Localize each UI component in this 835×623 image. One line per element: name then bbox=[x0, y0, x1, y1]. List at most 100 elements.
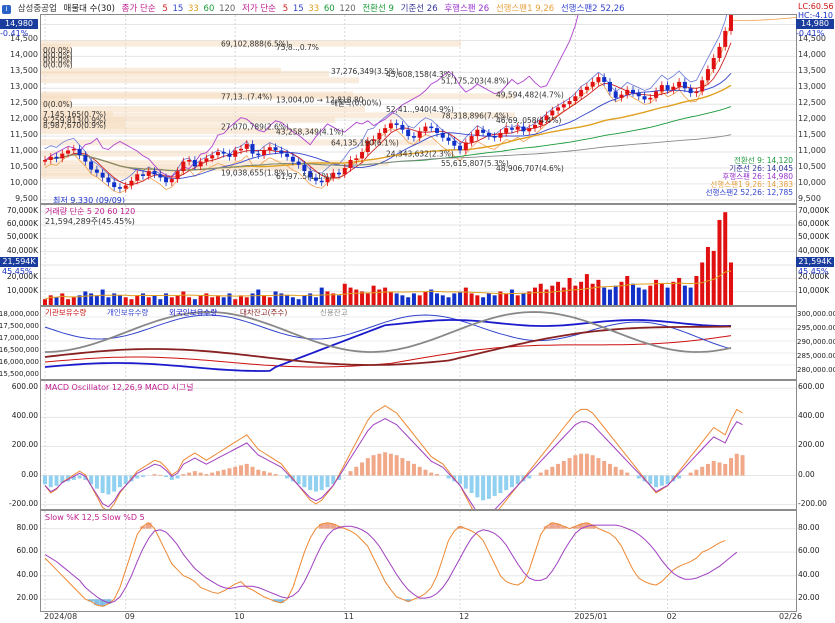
volume-bar bbox=[532, 287, 538, 305]
macd-oscillator-bar bbox=[429, 472, 434, 476]
macd-oscillator-bar bbox=[619, 469, 624, 476]
price-axis-right: 15,00014,50014,00013,50013,00012,50012,0… bbox=[796, 14, 835, 203]
volume-bar bbox=[66, 299, 71, 305]
candle-body bbox=[509, 128, 514, 130]
macd-oscillator-bar bbox=[140, 475, 146, 477]
investor-pane[interactable]: 기관보유수량 개인보유수량 외국인보유수량 대차잔고(주수) 신용잔고 bbox=[40, 306, 797, 380]
candle-body bbox=[486, 132, 491, 137]
ma-low-60: 60 bbox=[323, 4, 335, 14]
candle-body bbox=[463, 142, 468, 151]
investor-tick-left: 17,500,000 bbox=[0, 322, 39, 330]
price-pane[interactable]: 69,102,888(6.5%) 75,8..,0.7% 37,276,349(3.… bbox=[40, 0, 801, 205]
candle-body bbox=[642, 96, 647, 100]
candle-body bbox=[192, 159, 197, 167]
candle-body bbox=[262, 150, 267, 156]
candle-body bbox=[556, 107, 561, 111]
date-label: 11 bbox=[343, 612, 354, 621]
candle-body bbox=[238, 148, 244, 151]
volume-bar bbox=[169, 297, 174, 305]
candle-body bbox=[71, 148, 76, 151]
macd-oscillator-bar bbox=[469, 475, 474, 493]
macd-axis-left: 600.00 400.00 200.00 0.00 -200.00 bbox=[0, 380, 40, 508]
candle-body bbox=[717, 46, 722, 59]
investor-tick-left: 18,000,000 bbox=[0, 310, 39, 318]
volume-bar bbox=[671, 281, 676, 305]
volume-profile-label: 49,594,482(4.7%) bbox=[496, 91, 564, 100]
candle-body bbox=[279, 150, 284, 154]
ma-low-120: 120 bbox=[339, 4, 356, 14]
macd-oscillator-bar bbox=[123, 475, 128, 485]
investor-chart[interactable]: 기관보유수량 개인보유수량 외국인보유수량 대차잔고(주수) 신용잔고 bbox=[41, 307, 796, 379]
price-tick: 12,500 bbox=[798, 98, 826, 108]
info-icon[interactable]: i bbox=[2, 5, 11, 14]
volume-chart[interactable]: 거래량 단순 5 20 60 12021,594,289주(45.45%) bbox=[41, 205, 796, 305]
volume-profile-bar bbox=[41, 77, 359, 84]
volume-bar bbox=[584, 274, 589, 305]
volume-profile-label: 8,987,670(0.9%) bbox=[43, 121, 106, 130]
investor-axis-left: 18,000,000 17,500,000 17,000,000 16,500,000… bbox=[0, 306, 40, 378]
macd-oscillator-bar bbox=[221, 469, 226, 476]
price-tick: 9,500 bbox=[798, 193, 821, 203]
macd-oscillator-bar bbox=[492, 475, 497, 496]
volume-tick: 70,000K bbox=[6, 205, 38, 215]
investor-legend-item: 외국인보유수량 bbox=[169, 307, 217, 317]
macd-oscillator-bar bbox=[463, 475, 468, 489]
volume-bar bbox=[579, 281, 584, 305]
volume-bar bbox=[446, 297, 451, 305]
macd-chart[interactable]: MACD Oscillator 12,26,9 MACD 시그널 bbox=[41, 381, 796, 527]
volume-bar bbox=[221, 297, 226, 305]
candle-body bbox=[140, 174, 146, 176]
candle-body bbox=[106, 177, 111, 183]
price-tick: 13,500 bbox=[10, 66, 38, 76]
macd-oscillator-bar bbox=[504, 475, 509, 491]
candle-body bbox=[625, 89, 630, 95]
candle-body bbox=[607, 81, 612, 92]
volume-bar bbox=[152, 295, 157, 305]
date-label: 02 bbox=[666, 612, 677, 621]
volume-bar bbox=[550, 285, 555, 305]
macd-oscillator-bar bbox=[458, 475, 463, 485]
candle-body bbox=[117, 187, 122, 189]
date-label: 09 bbox=[124, 612, 135, 621]
macd-oscillator-bar bbox=[538, 472, 543, 476]
volume-bar bbox=[596, 279, 601, 305]
stochastic-pane[interactable]: Slow %K 12,5 Slow %D 5 bbox=[40, 510, 797, 612]
volume-bar bbox=[665, 287, 670, 305]
volume-bar bbox=[129, 299, 134, 305]
volume-profile-label: 46,69.,058(4.4%) bbox=[496, 116, 562, 125]
volume-bar bbox=[42, 299, 48, 305]
ichimoku-span2: 선행스팬2 52,26 bbox=[560, 4, 625, 14]
symbol-name[interactable]: 삼성중공업 bbox=[18, 4, 57, 14]
macd-oscillator-bar bbox=[573, 455, 578, 476]
macd-oscillator-bar bbox=[556, 463, 561, 476]
volume-bar bbox=[458, 291, 463, 305]
candle-body bbox=[210, 155, 215, 159]
volume-bar bbox=[590, 283, 595, 305]
volume-pane[interactable]: 거래량 단순 5 20 60 120 21,594,289주(45.45%) bbox=[40, 204, 797, 306]
macd-oscillator-bar bbox=[238, 465, 244, 476]
investor-legend-item: 기관보유수량 bbox=[45, 307, 86, 317]
macd-oscillator-bar bbox=[285, 475, 290, 479]
price-chart[interactable]: 69,102,888(6.5%)75,8..,0.7%37,276,349(3.… bbox=[41, 0, 801, 205]
investor-tick-right: 280,000.00 bbox=[797, 366, 835, 374]
volume-bar bbox=[181, 291, 186, 305]
volume-bar bbox=[567, 277, 572, 305]
volume-bar bbox=[354, 289, 359, 305]
candle-body bbox=[48, 156, 53, 160]
volume-bar bbox=[400, 295, 405, 305]
macd-oscillator-bar bbox=[371, 455, 376, 476]
volume-bar bbox=[383, 287, 388, 305]
candle-body bbox=[406, 129, 411, 137]
volume-bar bbox=[613, 285, 618, 305]
volume-bar bbox=[106, 297, 111, 305]
stochastic-chart[interactable]: Slow %K 12,5 Slow %D 5 bbox=[41, 511, 796, 611]
volume-profile-bar bbox=[41, 172, 137, 179]
volume-bar bbox=[244, 297, 249, 305]
macd-oscillator-bar bbox=[654, 475, 659, 488]
candle-body bbox=[290, 156, 295, 162]
volume-profile-label: 43,258,349(4.1%) bbox=[276, 127, 344, 136]
macd-oscillator-bar bbox=[711, 461, 716, 476]
volume-bar bbox=[636, 287, 641, 305]
macd-pane[interactable]: MACD Oscillator 12,26,9 MACD 시그널 bbox=[40, 380, 797, 527]
volume-last-pct-right: 45.45% bbox=[798, 267, 829, 277]
